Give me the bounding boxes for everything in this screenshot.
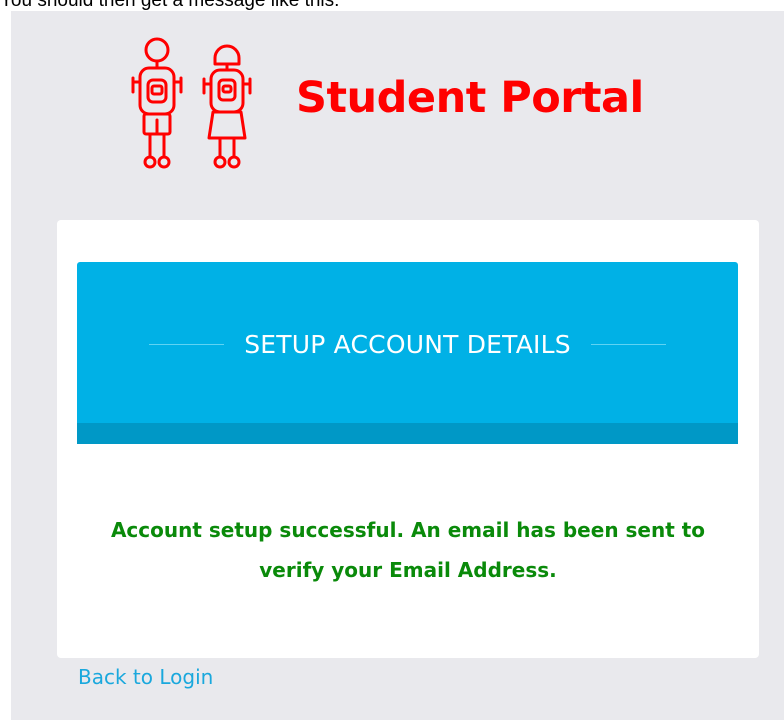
banner-title: SETUP ACCOUNT DETAILS <box>244 329 571 359</box>
success-message-line-1: Account setup successful. An email has b… <box>110 518 706 542</box>
portal-title: Student Portal <box>296 73 644 123</box>
success-message-line-2: verify your Email Address. <box>259 558 557 582</box>
setup-banner: SETUP ACCOUNT DETAILS <box>77 262 738 444</box>
setup-card: SETUP ACCOUNT DETAILS Account setup succ… <box>57 220 759 658</box>
banner-heading: SETUP ACCOUNT DETAILS <box>77 328 738 360</box>
portal-page: Student Portal SETUP ACCOUNT DETAILS Acc… <box>11 11 784 720</box>
girl-figure-icon <box>202 44 252 169</box>
boy-figure-icon <box>131 37 183 169</box>
document-caption: You should then get a message like this: <box>0 0 340 11</box>
banner-divider-right <box>590 343 666 345</box>
banner-divider-left <box>149 343 225 345</box>
success-message: Account setup successful. An email has b… <box>57 510 759 590</box>
student-kids-icon <box>131 37 252 169</box>
back-to-login-link[interactable]: Back to Login <box>78 665 213 689</box>
banner-footer-strip <box>77 423 738 444</box>
